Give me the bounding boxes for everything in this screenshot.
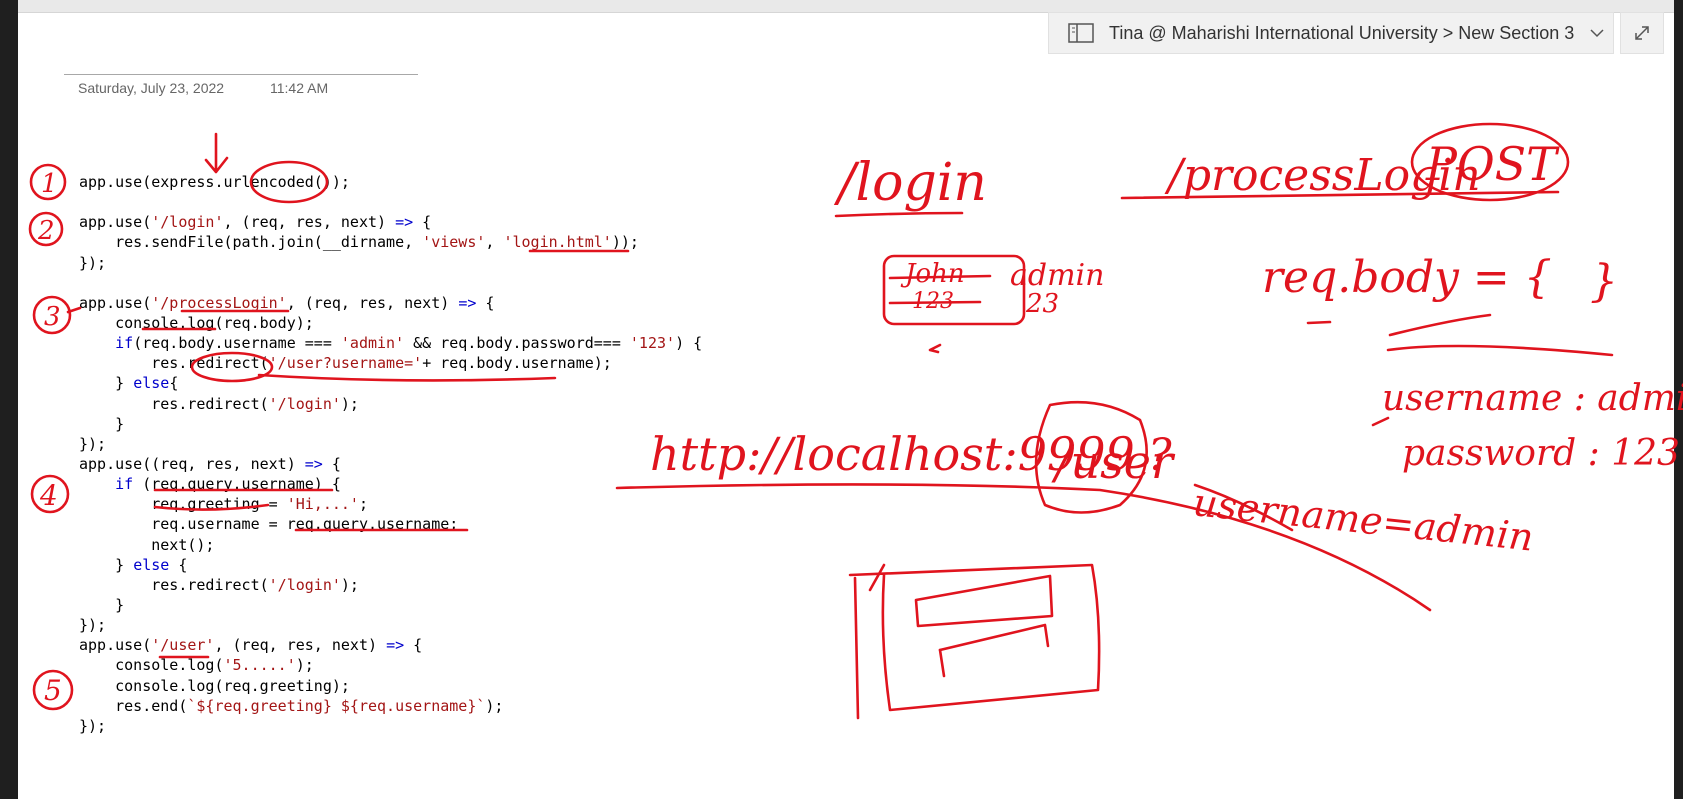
ink-url-path: /user (1051, 435, 1176, 489)
ink-login-route: /login (833, 153, 987, 213)
ink-password-line: password : 123 (1402, 433, 1680, 474)
ink-small-mark (928, 343, 942, 354)
ink-step-circle-2 (28, 211, 64, 247)
code-line: } (79, 595, 125, 614)
ink-step-3: 3 (44, 302, 61, 332)
ink-small-tick (1371, 416, 1390, 427)
ink-browser-window2 (938, 623, 1050, 652)
code-line: res.end(`${req.greeting} ${req.username}… (79, 696, 504, 715)
onenote-page: Tina @ Maharishi International Universit… (0, 0, 1683, 799)
ink-step-circle-3 (32, 295, 72, 335)
code-line: app.use('/user', (req, res, next) => { (79, 636, 423, 655)
code-line: next(); (79, 535, 215, 554)
code-line: app.use('/login', (req, res, next) => { (79, 213, 432, 232)
ink-req-body-underline (1306, 320, 1332, 325)
ink-admin: admin (1010, 258, 1104, 293)
code-line: app.use((req, res, next) => { (79, 454, 341, 473)
ink-browser-box (848, 563, 1101, 712)
ink-query-underline (1193, 483, 1294, 532)
code-line: console.log(req.body); (79, 313, 314, 332)
code-line: console.log(req.greeting); (79, 676, 350, 695)
ink-browser-left (853, 576, 860, 720)
ink-struck-pass: 123 (912, 289, 954, 314)
ink-step-circle-5 (32, 669, 74, 711)
ink-close-brace: } (1590, 256, 1618, 307)
code-line: }); (79, 253, 107, 272)
code-line: if (req.query.username) { (115, 475, 341, 494)
ink-url-q: ? (1148, 430, 1172, 481)
ink-url-base: http://localhost:9999 (650, 427, 1135, 481)
ink-browser-line (938, 648, 946, 678)
code-line: console.log('5.....'); (79, 656, 314, 675)
ink-step-2: 2 (37, 216, 55, 246)
ink-step-4: 4 (39, 479, 58, 512)
ink-browser-window1 (914, 574, 1054, 628)
chevron-down-icon[interactable] (1588, 24, 1606, 42)
ink-process-route: /processLogin (1164, 150, 1481, 201)
ink-form-box (882, 254, 1026, 326)
code-line: } (79, 414, 125, 433)
ink-step-1: 1 (41, 169, 58, 199)
page-time: 11:42 AM (270, 80, 329, 96)
code-line: app.use(express.urlencoded()); (79, 173, 350, 191)
ink-strike-pass (888, 300, 982, 305)
code-line: res.redirect('/user?username='+ req.body… (79, 354, 612, 373)
ink-underline-login (834, 211, 964, 218)
code-line: }); (79, 616, 107, 635)
ink-pass-short: 23 (1025, 289, 1059, 319)
code-line: } else{ (79, 374, 179, 393)
ink-step-circle-4 (30, 474, 70, 514)
code-line: req.greeting = 'Hi,...'; (79, 495, 368, 514)
ink-arrow-down (204, 132, 229, 174)
code-block[interactable]: app.use(express.urlencoded()); app.use('… (79, 172, 702, 736)
code-line: }); (79, 434, 107, 453)
ink-step-circle-1 (29, 163, 67, 201)
code-line: req.username = req.query.username; (79, 515, 459, 534)
code-line: app.use('/processLogin', (req, res, next… (79, 293, 495, 312)
code-line: res.redirect('/login'); (79, 394, 359, 413)
ink-req-body: req.body = { (1262, 252, 1552, 303)
ink-step-5: 5 (44, 674, 62, 707)
ink-strike-user (888, 274, 992, 280)
code-line: }); (79, 716, 107, 735)
notebook-breadcrumb[interactable]: Tina @ Maharishi International Universit… (1048, 12, 1614, 54)
expand-button[interactable] (1620, 12, 1664, 54)
code-line: if(req.body.username === 'admin' && req.… (115, 334, 703, 353)
ink-post-method: POST (1425, 137, 1560, 191)
ink-query-string: username=admin (1191, 480, 1535, 559)
ink-browser-tick (868, 563, 886, 592)
ink-circle-post (1410, 122, 1570, 202)
ink-struck-user: John (900, 259, 965, 289)
expand-icon (1635, 26, 1649, 40)
ink-username-line: username : admin (1382, 378, 1683, 419)
ink-body-swoop (1386, 313, 1614, 357)
title-underline (64, 74, 418, 75)
ink-url-underline (615, 483, 1432, 612)
ink-circle-user (1034, 400, 1148, 514)
page-date: Saturday, July 23, 2022 (78, 80, 225, 96)
notebook-icon (1068, 23, 1094, 43)
code-line: } else { (79, 555, 188, 574)
ink-underline-process-login (1120, 190, 1560, 200)
code-line: res.sendFile(path.join(__dirname, 'views… (79, 233, 639, 252)
notebook-path: Tina @ Maharishi International Universit… (1109, 22, 1575, 43)
left-window-edge (0, 0, 18, 799)
right-window-edge (1674, 0, 1683, 799)
code-line: res.redirect('/login'); (79, 575, 359, 594)
